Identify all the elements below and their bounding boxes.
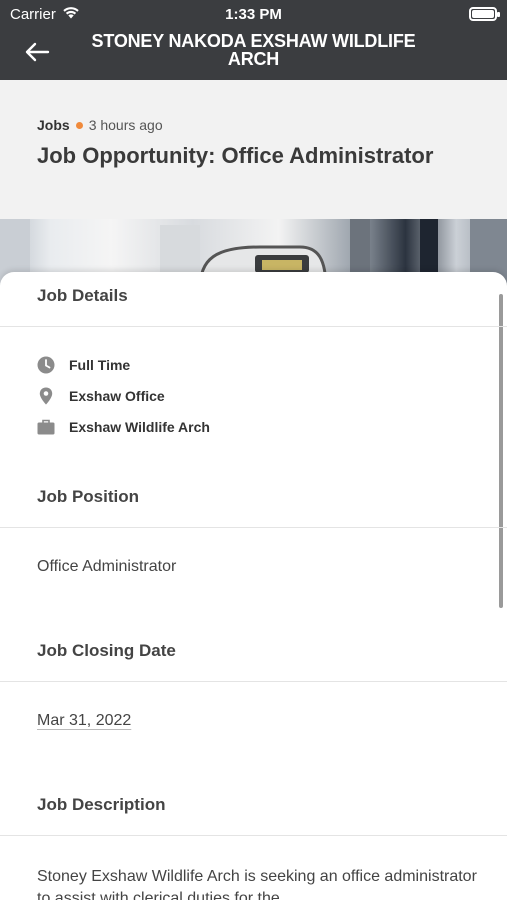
divider [0, 527, 507, 528]
battery-icon [469, 7, 500, 21]
job-position-value: Office Administrator [37, 558, 177, 575]
article-meta: Jobs 3 hours ago [37, 117, 163, 133]
briefcase-icon [37, 418, 55, 436]
app-title: STONEY NAKODA EXSHAW WILDLIFE ARCH [91, 31, 416, 69]
article-header: Jobs 3 hours ago Job Opportunity: Office… [0, 80, 507, 219]
scrollbar[interactable] [499, 294, 503, 608]
detail-employment-type: Full Time [37, 356, 130, 374]
time-ago: 3 hours ago [88, 117, 163, 133]
closing-date-value[interactable]: Mar 31, 2022 [37, 712, 131, 730]
clock-time: 1:33 PM [225, 6, 282, 23]
job-card: Job Details Full Time Exshaw Office Exsh… [0, 272, 507, 900]
detail-label: Exshaw Wildlife Arch [69, 419, 210, 435]
detail-employer: Exshaw Wildlife Arch [37, 418, 210, 436]
article-title: Job Opportunity: Office Administrator [37, 143, 434, 168]
job-details-heading: Job Details [37, 286, 128, 305]
back-button[interactable] [22, 38, 52, 66]
detail-label: Exshaw Office [69, 388, 165, 404]
job-description-text: Stoney Exshaw Wildlife Arch is seeking a… [37, 868, 477, 900]
closing-date-heading: Job Closing Date [37, 641, 176, 660]
status-bar: Carrier 1:33 PM [0, 0, 507, 28]
divider [0, 326, 507, 327]
job-position-heading: Job Position [37, 487, 139, 506]
divider [0, 835, 507, 836]
divider [0, 681, 507, 682]
job-description-heading: Job Description [37, 795, 166, 814]
arrow-left-icon [25, 42, 50, 62]
location-pin-icon [37, 387, 55, 405]
separator-dot-icon [75, 121, 83, 129]
detail-location: Exshaw Office [37, 387, 165, 405]
category-label[interactable]: Jobs [37, 117, 70, 133]
app-header: Carrier 1:33 PM STONEY NAKODA EXSHAW WIL… [0, 0, 507, 80]
detail-label: Full Time [69, 357, 131, 373]
clock-icon [37, 356, 55, 374]
